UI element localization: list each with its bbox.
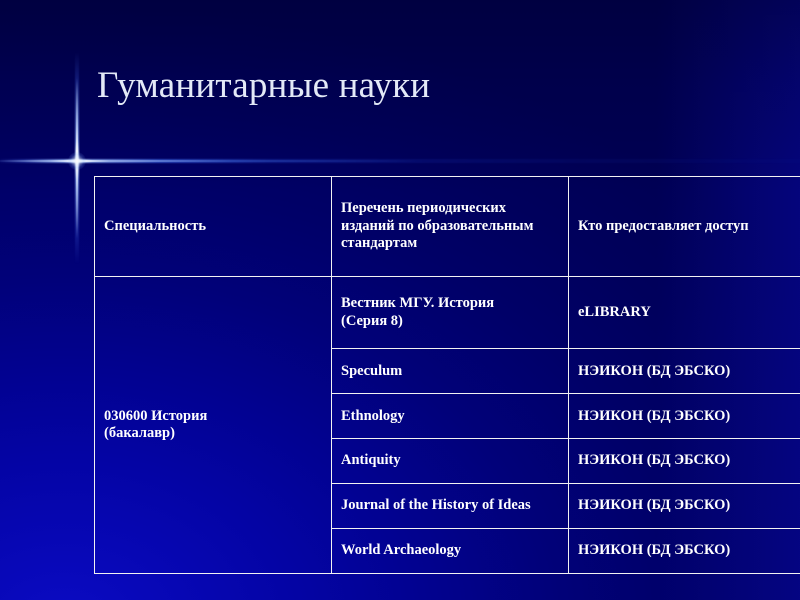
provider-name: eLIBRARY <box>568 276 800 350</box>
specialty-cell: 030600 История (бакалавр) <box>94 276 332 574</box>
sparkle-vertical-streak <box>75 52 79 264</box>
journals-table-wrapper: Специальность Перечень периодических изд… <box>94 175 800 574</box>
sparkle-vertical-core <box>76 78 78 238</box>
provider-name: НЭИКОН (БД ЭБСКО) <box>568 438 800 485</box>
journal-name: Speculum <box>331 348 569 395</box>
sparkle-horizontal-core <box>0 160 420 162</box>
sparkle-horizontal-streak <box>0 159 800 163</box>
presentation-slide: Гуманитарные науки Специальность Перечен… <box>0 0 800 600</box>
column-header-specialty: Специальность <box>94 175 332 278</box>
column-header-journal-list: Перечень периодических изданий по образо… <box>331 175 569 278</box>
journal-name: Antiquity <box>331 438 569 485</box>
journal-name: Ethnology <box>331 393 569 440</box>
journals-table: Специальность Перечень периодических изд… <box>94 175 800 574</box>
column-header-provider: Кто предоставляет доступ <box>568 175 800 278</box>
provider-name: НЭИКОН (БД ЭБСКО) <box>568 483 800 530</box>
journal-name: Journal of the History of Ideas <box>331 483 569 530</box>
table-header-row: Специальность Перечень периодических изд… <box>94 175 800 278</box>
table-row: 030600 История (бакалавр) Вестник МГУ. И… <box>94 276 800 574</box>
sparkle-center-glow <box>68 152 86 170</box>
provider-name: НЭИКОН (БД ЭБСКО) <box>568 393 800 440</box>
page-title: Гуманитарные науки <box>97 65 431 106</box>
journal-name: World Archaeology <box>331 528 569 574</box>
provider-name: НЭИКОН (БД ЭБСКО) <box>568 348 800 395</box>
provider-name: НЭИКОН (БД ЭБСКО) <box>568 528 800 574</box>
journal-name: Вестник МГУ. История (Серия 8) <box>331 276 569 350</box>
